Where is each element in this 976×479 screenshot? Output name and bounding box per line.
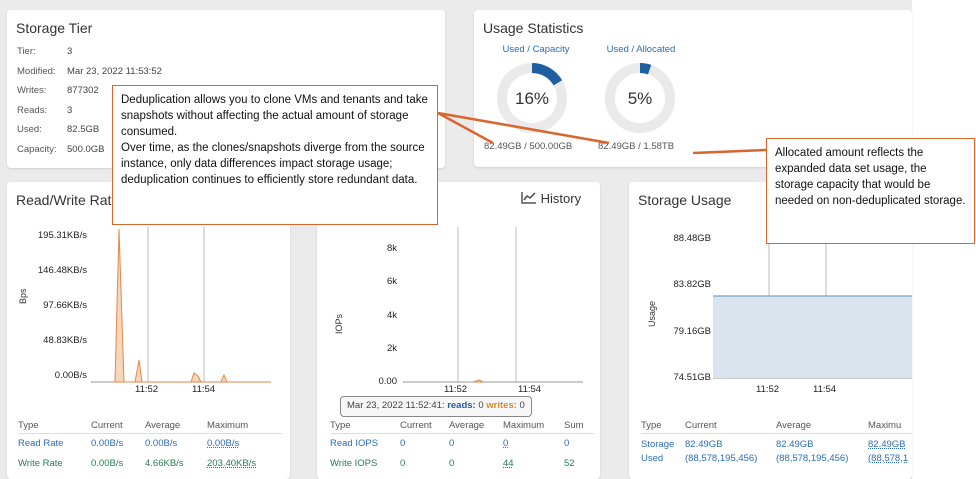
- allocated-callout: Allocated amount reflects the expanded d…: [766, 138, 975, 244]
- deduplication-callout: Deduplication allows you to clone VMs an…: [112, 85, 438, 225]
